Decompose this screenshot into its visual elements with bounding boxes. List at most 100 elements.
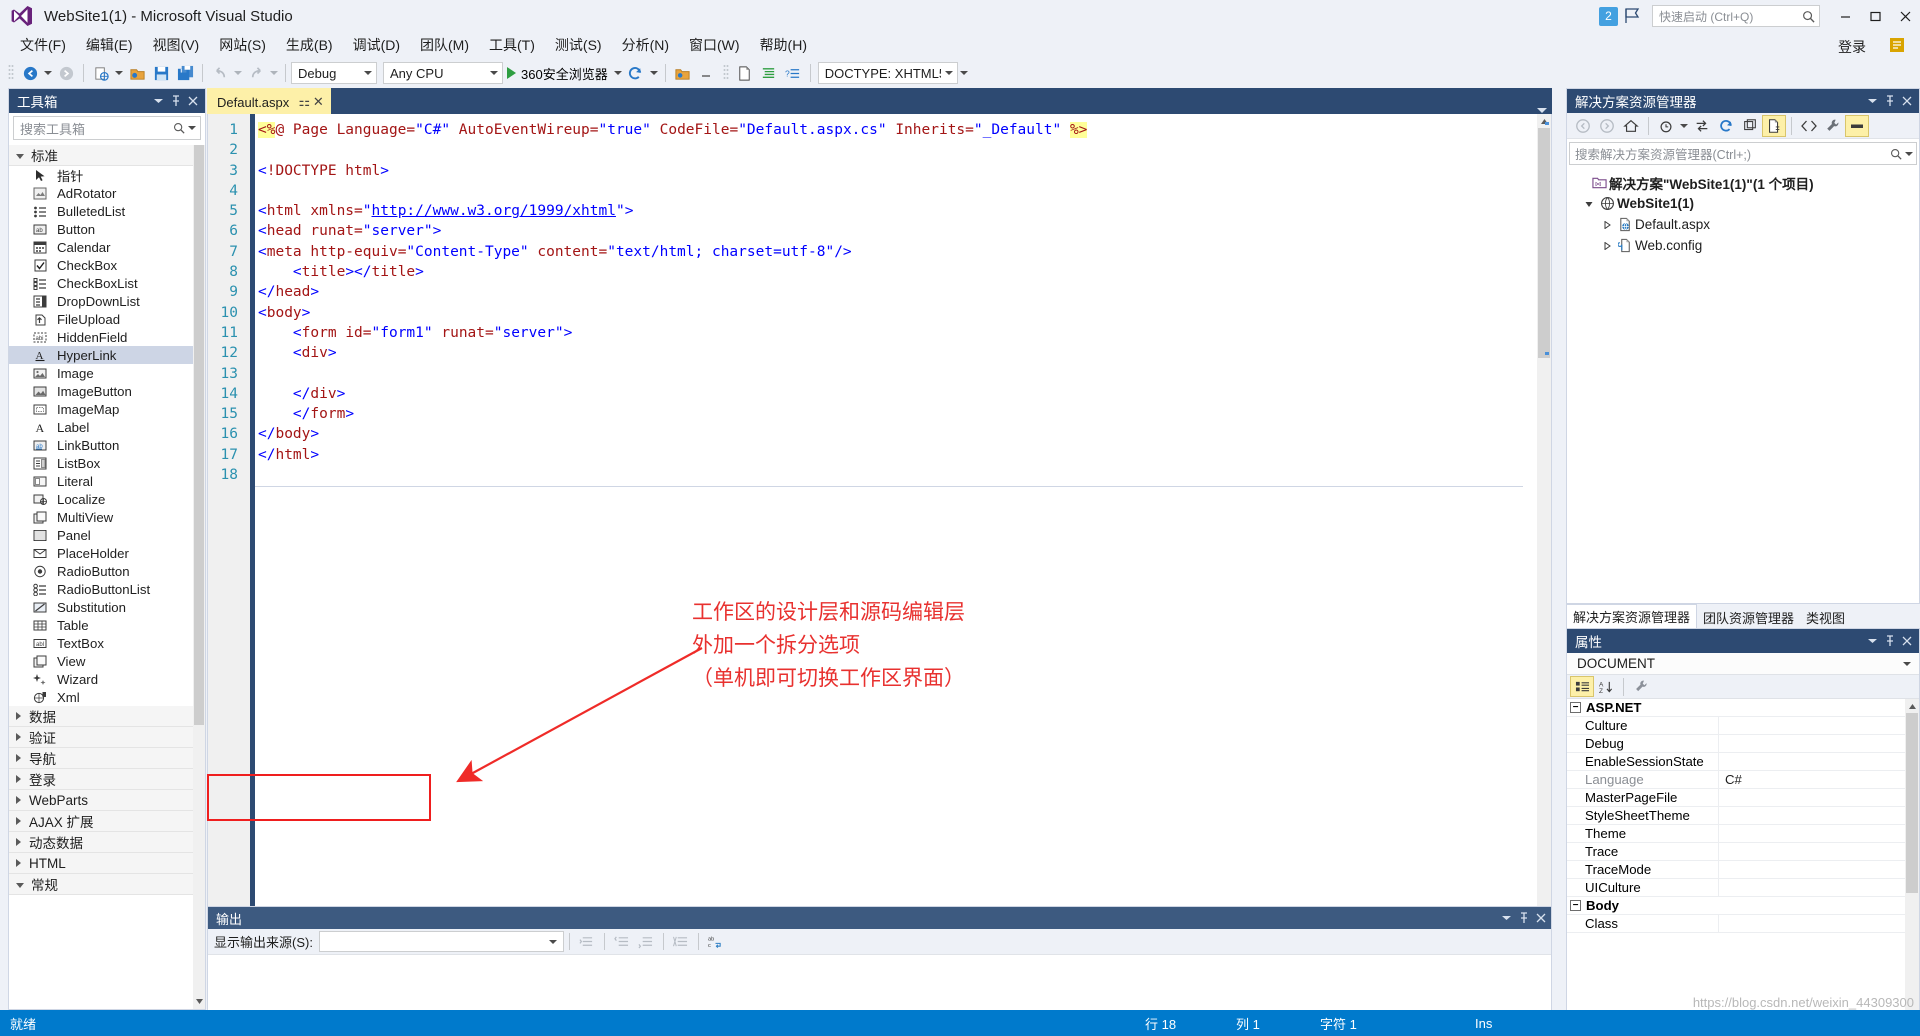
toolbox-item-checkboxlist[interactable]: CheckBoxList xyxy=(9,274,205,292)
undo-button[interactable] xyxy=(208,61,232,85)
properties-object-combo[interactable]: DOCUMENT xyxy=(1567,653,1919,675)
se-pending-dropdown[interactable] xyxy=(1678,114,1690,138)
toolbox-category-navigation[interactable]: 导航 xyxy=(9,748,205,769)
alphabetical-view-button[interactable]: AZ xyxy=(1594,676,1618,697)
menu-item-test[interactable]: 测试(S) xyxy=(545,32,612,58)
output-dropdown-icon[interactable] xyxy=(1498,908,1515,928)
navigate-backward-button[interactable] xyxy=(18,61,42,85)
open-website-button[interactable] xyxy=(125,61,149,85)
toolbox-pin-icon[interactable] xyxy=(167,91,184,111)
navigate-forward-button[interactable] xyxy=(54,61,78,85)
toolbar-grip-icon[interactable] xyxy=(722,64,730,82)
toolbox-item-placeholder[interactable]: PlaceHolder xyxy=(9,544,205,562)
scroll-up-button[interactable] xyxy=(1538,114,1550,128)
toolbox-item-adrotator[interactable]: AdRotator xyxy=(9,184,205,202)
help-list-button[interactable]: ? xyxy=(781,61,805,85)
toolbox-item-radiobutton[interactable]: RadioButton xyxy=(9,562,205,580)
code-pane[interactable]: 1 <%@ Page Language="C#" AutoEventWireup=… xyxy=(208,114,1537,957)
toolbox-item-xml[interactable]: Xml xyxy=(9,688,205,706)
solution-tree-row-default-aspx[interactable]: Default.aspx xyxy=(1567,214,1919,235)
output-pin-icon[interactable] xyxy=(1515,908,1532,928)
editor-scroll-thumb[interactable] xyxy=(1538,128,1550,358)
toolbox-category-login[interactable]: 登录 xyxy=(9,769,205,790)
toolbox-item-listbox[interactable]: ListBox xyxy=(9,454,205,472)
toolbox-dropdown-icon[interactable] xyxy=(150,91,167,111)
save-all-button[interactable] xyxy=(173,61,197,85)
start-debug-dropdown[interactable] xyxy=(612,61,624,85)
property-pages-button[interactable] xyxy=(1629,676,1653,697)
property-value[interactable] xyxy=(1719,915,1919,932)
properties-dropdown-icon[interactable] xyxy=(1864,631,1881,651)
quick-launch-input[interactable]: 快速启动 (Ctrl+Q) xyxy=(1652,5,1820,27)
toolbox-scroll-thumb[interactable] xyxy=(194,145,204,725)
toolbox-close-icon[interactable] xyxy=(184,91,201,111)
toolbox-item-dropdownlist[interactable]: DropDownList xyxy=(9,292,205,310)
output-source-combo[interactable] xyxy=(318,931,564,952)
categorized-view-button[interactable] xyxy=(1570,676,1594,697)
doctype-combo[interactable]: DOCTYPE: XHTML5 xyxy=(817,62,958,84)
tab-pin-icon[interactable]: ⚏ xyxy=(297,94,311,110)
menu-item-file[interactable]: 文件(F) xyxy=(10,32,76,58)
toolbar-grip-icon[interactable] xyxy=(7,64,15,82)
navigate-backward-dropdown[interactable] xyxy=(42,61,54,85)
toolbox-item-table[interactable]: Table xyxy=(9,616,205,634)
se-pending-changes-button[interactable] xyxy=(1654,115,1678,137)
attach-process-button[interactable] xyxy=(671,61,695,85)
scroll-up-button[interactable] xyxy=(1906,699,1918,713)
code-editor[interactable]: 1 <%@ Page Language="C#" AutoEventWireup=… xyxy=(207,114,1552,1010)
toolbox-scrollbar[interactable] xyxy=(193,145,205,993)
save-button[interactable] xyxy=(149,61,173,85)
output-next-message-button[interactable] xyxy=(634,931,658,953)
se-properties-button[interactable] xyxy=(1821,115,1845,137)
toolbox-scroll-down-button[interactable] xyxy=(193,993,205,1009)
output-toggle-wordwrap-button[interactable]: ab c xyxy=(704,931,728,953)
new-website-button[interactable] xyxy=(89,61,113,85)
toolbox-category-dynamicdata[interactable]: 动态数据 xyxy=(9,832,205,853)
toolbox-category-standard[interactable]: 标准 xyxy=(9,145,205,166)
document-tab-default-aspx[interactable]: Default.aspx ⚏ ✕ xyxy=(207,88,332,114)
tab-team-explorer[interactable]: 团队资源管理器 xyxy=(1697,606,1800,628)
notification-bell-icon[interactable] xyxy=(1888,36,1906,57)
output-close-icon[interactable] xyxy=(1532,908,1549,928)
new-file-button[interactable] xyxy=(733,61,757,85)
menu-item-website[interactable]: 网站(S) xyxy=(209,32,276,58)
property-value[interactable] xyxy=(1719,789,1919,806)
refresh-button[interactable] xyxy=(624,61,648,85)
toolbox-item-bulletedlist[interactable]: BulletedList xyxy=(9,202,205,220)
close-button[interactable] xyxy=(1890,1,1920,31)
redo-dropdown[interactable] xyxy=(268,61,280,85)
se-back-button[interactable] xyxy=(1571,115,1595,137)
properties-category-body[interactable]: − Body xyxy=(1567,897,1919,915)
solution-explorer-close-icon[interactable] xyxy=(1898,91,1915,111)
output-find-message-button[interactable] xyxy=(575,931,599,953)
menu-item-window[interactable]: 窗口(W) xyxy=(679,32,750,58)
property-value[interactable] xyxy=(1719,861,1919,878)
se-view-code-button[interactable] xyxy=(1797,115,1821,137)
tree-expander[interactable] xyxy=(1599,220,1615,229)
toolbox-item-literal[interactable]: Literal xyxy=(9,472,205,490)
toolbox-category-validation[interactable]: 验证 xyxy=(9,727,205,748)
menu-item-help[interactable]: 帮助(H) xyxy=(750,32,817,58)
tab-list-chevron-icon[interactable] xyxy=(1537,107,1547,114)
property-value[interactable] xyxy=(1719,825,1919,842)
toolbox-category-ajax[interactable]: AJAX 扩展 xyxy=(9,811,205,832)
toolbox-item-calendar[interactable]: Calendar xyxy=(9,238,205,256)
tree-expander[interactable] xyxy=(1581,200,1597,208)
se-show-all-files-button[interactable] xyxy=(1762,114,1786,137)
toolbox-item-panel[interactable]: Panel xyxy=(9,526,205,544)
toolbox-category-data[interactable]: 数据 xyxy=(9,706,205,727)
se-sync-button[interactable] xyxy=(1690,115,1714,137)
new-website-dropdown[interactable] xyxy=(113,61,125,85)
solution-configuration-combo[interactable]: Debug xyxy=(291,62,377,84)
menu-item-edit[interactable]: 编辑(E) xyxy=(76,32,143,58)
tree-expander[interactable] xyxy=(1599,241,1615,250)
property-value[interactable]: C# xyxy=(1719,771,1919,788)
toolbox-item-textbox[interactable]: abl TextBox xyxy=(9,634,205,652)
properties-close-icon[interactable] xyxy=(1898,631,1915,651)
editor-vertical-scrollbar[interactable] xyxy=(1537,114,1551,957)
toolbox-item-imagemap[interactable]: ImageMap xyxy=(9,400,205,418)
toolbox-item-substitution[interactable]: Substitution xyxy=(9,598,205,616)
toolbox-item-localize[interactable]: Localize xyxy=(9,490,205,508)
solution-tree-row-web-config[interactable]: Web.config xyxy=(1567,235,1919,256)
menu-item-view[interactable]: 视图(V) xyxy=(143,32,210,58)
